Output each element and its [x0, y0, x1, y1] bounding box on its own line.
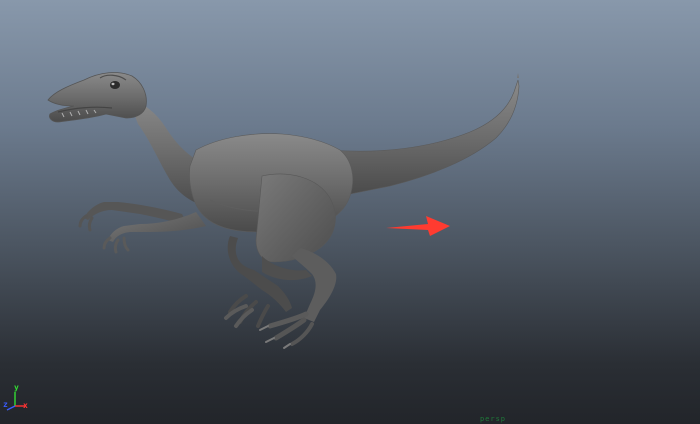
raptor-near-arm[interactable] — [102, 212, 206, 254]
axis-y-label: y — [14, 383, 19, 392]
raptor-near-shin[interactable] — [292, 248, 337, 322]
viewport-persp[interactable]: y x z persp — [0, 0, 700, 424]
axis-z-label: z — [3, 400, 8, 409]
camera-name-label: persp — [479, 415, 507, 423]
raptor-eye — [110, 81, 120, 89]
raptor-near-foot[interactable] — [224, 304, 314, 349]
raptor-tail[interactable] — [329, 79, 520, 197]
axis-x-label: x — [23, 401, 28, 410]
scene-canvas[interactable] — [0, 0, 700, 424]
axis-gizmo: y x z — [3, 384, 31, 412]
direction-arrow-icon — [386, 216, 450, 236]
